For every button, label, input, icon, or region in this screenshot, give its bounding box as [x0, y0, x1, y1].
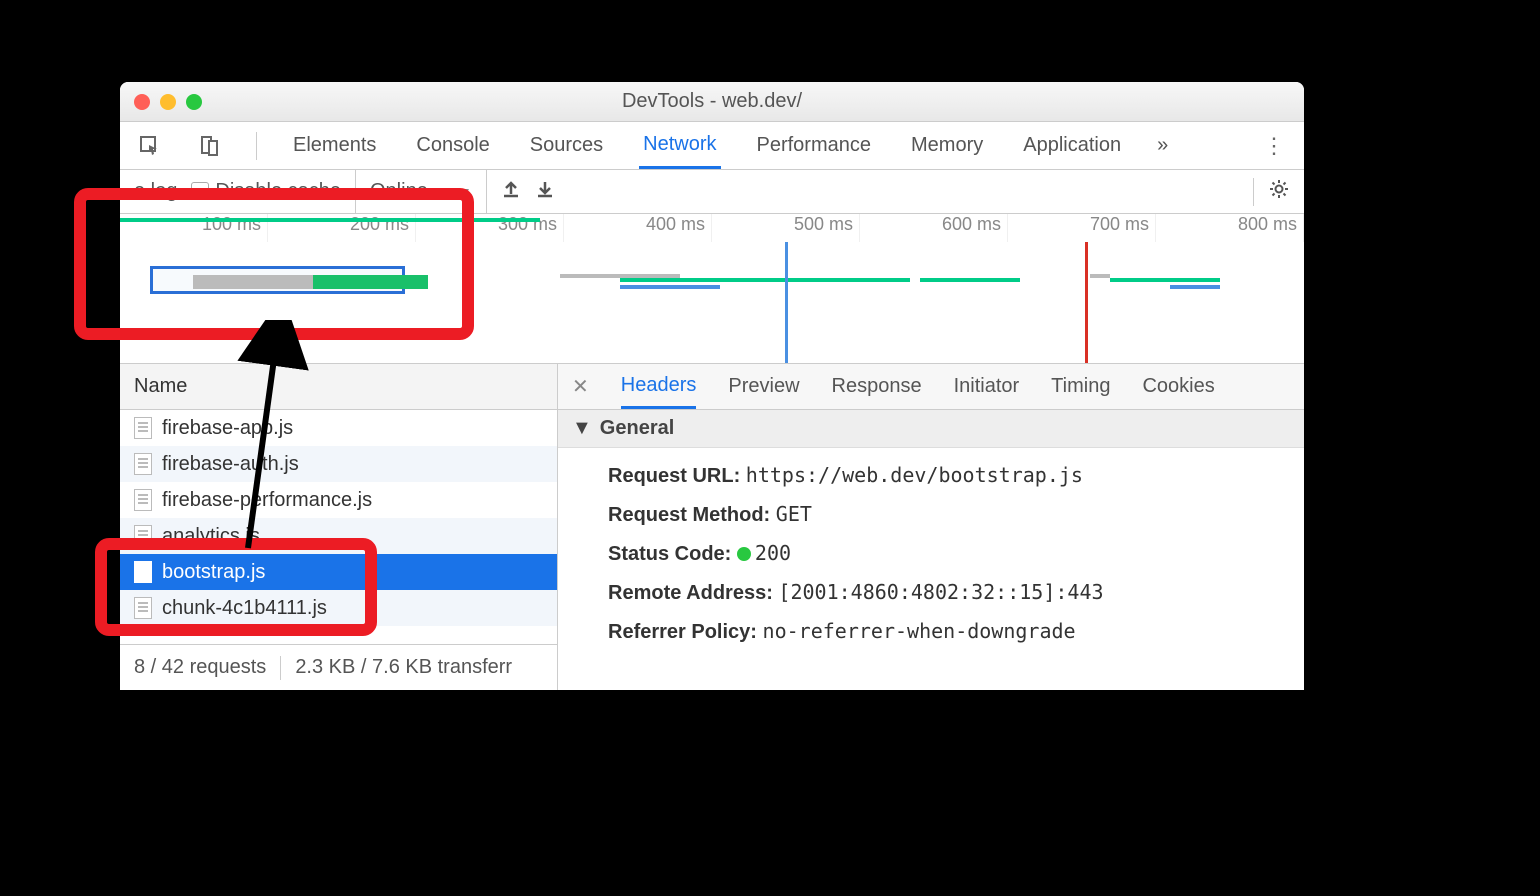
throttle-select[interactable]: Online ▼ — [355, 170, 487, 213]
overview-bar — [1110, 278, 1220, 282]
kv-value: https://web.dev/bootstrap.js — [746, 463, 1083, 487]
detail-tab-initiator[interactable]: Initiator — [954, 364, 1020, 409]
detail-tabs: ✕ Headers Preview Response Initiator Tim… — [558, 364, 1304, 410]
disable-cache-checkbox[interactable]: Disable cache — [191, 180, 341, 203]
kv-label: Request URL: — [608, 465, 740, 487]
request-name: bootstrap.js — [162, 561, 265, 584]
divider — [280, 656, 281, 680]
tab-memory[interactable]: Memory — [907, 122, 987, 169]
overview-bar — [620, 285, 720, 289]
overview-bar — [120, 218, 540, 222]
close-detail-icon[interactable]: ✕ — [572, 374, 589, 399]
request-name: firebase-auth.js — [162, 453, 299, 476]
tick: 400 ms — [564, 214, 712, 242]
kebab-menu-icon[interactable]: ⋮ — [1260, 132, 1288, 160]
name-column-header[interactable]: Name — [120, 364, 557, 410]
device-icon[interactable] — [196, 132, 224, 160]
preserve-log-label: e log — [134, 180, 177, 203]
divider — [256, 132, 257, 160]
overview-bar — [620, 278, 910, 282]
download-icon[interactable] — [535, 179, 555, 205]
tab-application[interactable]: Application — [1019, 122, 1125, 169]
status-transfer: 2.3 KB / 7.6 KB transferr — [295, 656, 512, 679]
upload-icon[interactable] — [501, 179, 521, 205]
overview-bar — [920, 278, 1020, 282]
disable-cache-label: Disable cache — [215, 180, 341, 202]
request-row[interactable]: analytics.js — [120, 518, 557, 554]
detail-tab-response[interactable]: Response — [832, 364, 922, 409]
file-icon — [134, 453, 152, 475]
kv-value: GET — [776, 502, 812, 526]
tab-network[interactable]: Network — [639, 122, 720, 169]
detail-tab-cookies[interactable]: Cookies — [1142, 364, 1214, 409]
status-dot-icon — [737, 547, 751, 561]
request-name: firebase-app.js — [162, 417, 293, 440]
kv-label: Referrer Policy: — [608, 621, 757, 643]
file-icon — [134, 597, 152, 619]
chevron-down-icon: ▼ — [458, 184, 472, 200]
panel-tabs: Elements Console Sources Network Perform… — [120, 122, 1304, 170]
status-bar: 8 / 42 requests 2.3 KB / 7.6 KB transfer… — [120, 644, 557, 690]
tab-sources[interactable]: Sources — [526, 122, 607, 169]
request-name: firebase-performance.js — [162, 489, 372, 512]
window-title: DevTools - web.dev/ — [120, 90, 1304, 113]
status-requests: 8 / 42 requests — [134, 656, 266, 679]
request-detail-pane: ✕ Headers Preview Response Initiator Tim… — [558, 364, 1304, 690]
request-list-pane: Name firebase-app.js firebase-auth.js fi… — [120, 364, 558, 690]
tick: 600 ms — [860, 214, 1008, 242]
detail-tab-headers[interactable]: Headers — [621, 364, 697, 409]
kv-label: Remote Address: — [608, 582, 773, 604]
devtools-window: DevTools - web.dev/ Elements Console Sou… — [120, 82, 1304, 690]
dom-content-loaded-line — [785, 242, 788, 363]
file-icon — [134, 561, 152, 583]
file-icon — [134, 525, 152, 547]
window-titlebar: DevTools - web.dev/ — [120, 82, 1304, 122]
load-event-line — [1085, 242, 1088, 363]
inspect-icon[interactable] — [136, 132, 164, 160]
divider — [1253, 178, 1254, 206]
tab-elements[interactable]: Elements — [289, 122, 380, 169]
kv-value: no-referrer-when-downgrade — [763, 619, 1076, 643]
throttle-value: Online — [370, 180, 428, 203]
kv-label: Request Method: — [608, 504, 770, 526]
network-toolbar: e log Disable cache Online ▼ — [120, 170, 1304, 214]
disclosure-triangle-icon: ▼ — [572, 417, 592, 440]
request-row[interactable]: firebase-auth.js — [120, 446, 557, 482]
kv-value: [2001:4860:4802:32::15]:443 — [778, 580, 1103, 604]
overview-bar — [1090, 274, 1110, 278]
kv-label: Status Code: — [608, 543, 731, 565]
headers-section-general[interactable]: ▼ General — [558, 410, 1304, 448]
tick: 800 ms — [1156, 214, 1304, 242]
file-icon — [134, 417, 152, 439]
headers-general-body: Request URL: https://web.dev/bootstrap.j… — [558, 448, 1304, 659]
request-row[interactable]: firebase-performance.js — [120, 482, 557, 518]
detail-tab-timing[interactable]: Timing — [1051, 364, 1110, 409]
request-row[interactable]: firebase-app.js — [120, 410, 557, 446]
request-name: analytics.js — [162, 525, 260, 548]
network-split: Name firebase-app.js firebase-auth.js fi… — [120, 364, 1304, 690]
request-name: chunk-4c1b4111.js — [162, 597, 327, 620]
tab-console[interactable]: Console — [412, 122, 493, 169]
section-title: General — [600, 417, 674, 440]
detail-tab-preview[interactable]: Preview — [728, 364, 799, 409]
request-list[interactable]: firebase-app.js firebase-auth.js firebas… — [120, 410, 557, 644]
kv-value: 200 — [755, 541, 791, 565]
request-row-selected[interactable]: bootstrap.js — [120, 554, 557, 590]
file-icon — [134, 489, 152, 511]
overview-bar — [1170, 285, 1220, 289]
timeline-overview[interactable]: 100 ms 200 ms 300 ms 400 ms 500 ms 600 m… — [120, 214, 1304, 364]
gear-icon[interactable] — [1268, 178, 1290, 206]
overview-track — [120, 274, 1304, 284]
tab-performance[interactable]: Performance — [753, 122, 876, 169]
tick: 500 ms — [712, 214, 860, 242]
request-row[interactable]: chunk-4c1b4111.js — [120, 590, 557, 626]
tabs-overflow[interactable]: » — [1157, 134, 1168, 157]
tick: 700 ms — [1008, 214, 1156, 242]
